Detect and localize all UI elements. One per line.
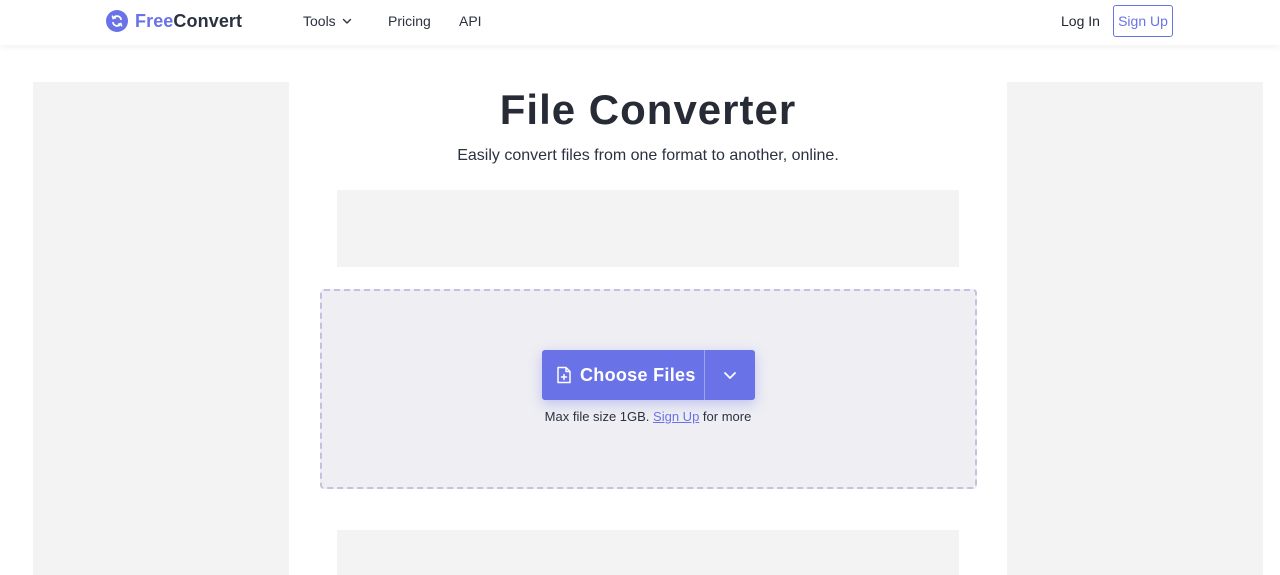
chevron-down-icon <box>342 18 351 24</box>
top-ad-placeholder <box>337 190 959 267</box>
chevron-down-icon <box>724 372 736 379</box>
choose-source-dropdown[interactable] <box>705 350 755 400</box>
choose-files-label: Choose Files <box>580 364 696 385</box>
choose-files-button-group[interactable]: Choose Files <box>542 350 755 400</box>
logo-text-convert: Convert <box>173 10 243 31</box>
file-plus-icon <box>557 366 571 384</box>
logo-refresh-icon <box>106 10 128 32</box>
signup-button[interactable]: Sign Up <box>1113 5 1173 37</box>
hint-signup-link[interactable]: Sign Up <box>653 409 699 424</box>
bottom-ad-placeholder <box>337 530 959 575</box>
hint-text-before: Max file size 1GB. <box>544 409 650 424</box>
nav-pricing-link[interactable]: Pricing <box>388 12 431 30</box>
nav-tools-menu[interactable]: Tools <box>303 12 352 30</box>
hint-text-after: for more <box>702 409 752 424</box>
nav-tools-label: Tools <box>303 13 336 29</box>
choose-files-button[interactable]: Choose Files <box>542 350 704 400</box>
logo-text-free: Free <box>135 10 174 31</box>
freeconvert-logo[interactable]: FreeConvert <box>106 9 242 33</box>
file-size-hint: Max file size 1GB. Sign Up for more <box>0 409 1280 424</box>
page-title: File Converter <box>499 86 797 133</box>
top-navbar: FreeConvert Tools Pricing API Log In Sig… <box>0 0 1280 45</box>
login-link[interactable]: Log In <box>1061 13 1100 29</box>
logo-text: FreeConvert <box>135 11 242 32</box>
nav-api-link[interactable]: API <box>459 12 482 30</box>
page-subtitle: Easily convert files from one format to … <box>457 147 839 164</box>
